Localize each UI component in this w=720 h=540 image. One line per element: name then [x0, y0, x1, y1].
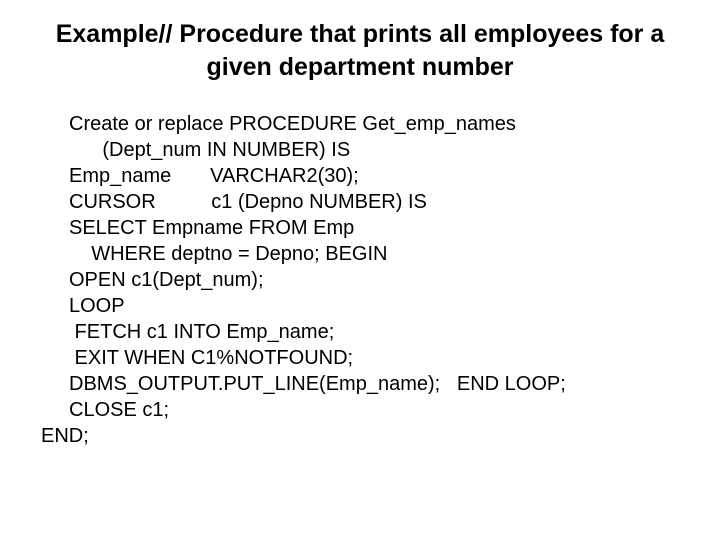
slide-content: Example// Procedure that prints all empl…	[0, 0, 720, 479]
code-line: (Dept_num IN NUMBER) IS	[69, 137, 665, 163]
code-line: OPEN c1(Dept_num);	[69, 267, 665, 293]
code-line: CLOSE c1;	[69, 397, 665, 423]
slide-title: Example// Procedure that prints all empl…	[55, 18, 665, 83]
code-line: Create or replace PROCEDURE Get_emp_name…	[69, 111, 665, 137]
code-line: WHERE deptno = Depno; BEGIN	[69, 241, 665, 267]
code-line-end: END;	[41, 423, 665, 449]
code-line: EXIT WHEN C1%NOTFOUND;	[69, 345, 665, 371]
code-line: LOOP	[69, 293, 665, 319]
code-line: SELECT Empname FROM Emp	[69, 215, 665, 241]
code-line: FETCH c1 INTO Emp_name;	[69, 319, 665, 345]
code-line: CURSOR c1 (Depno NUMBER) IS	[69, 189, 665, 215]
code-line: DBMS_OUTPUT.PUT_LINE(Emp_name); END LOOP…	[69, 371, 665, 397]
code-line: Emp_name VARCHAR2(30);	[69, 163, 665, 189]
code-block: Create or replace PROCEDURE Get_emp_name…	[55, 111, 665, 449]
